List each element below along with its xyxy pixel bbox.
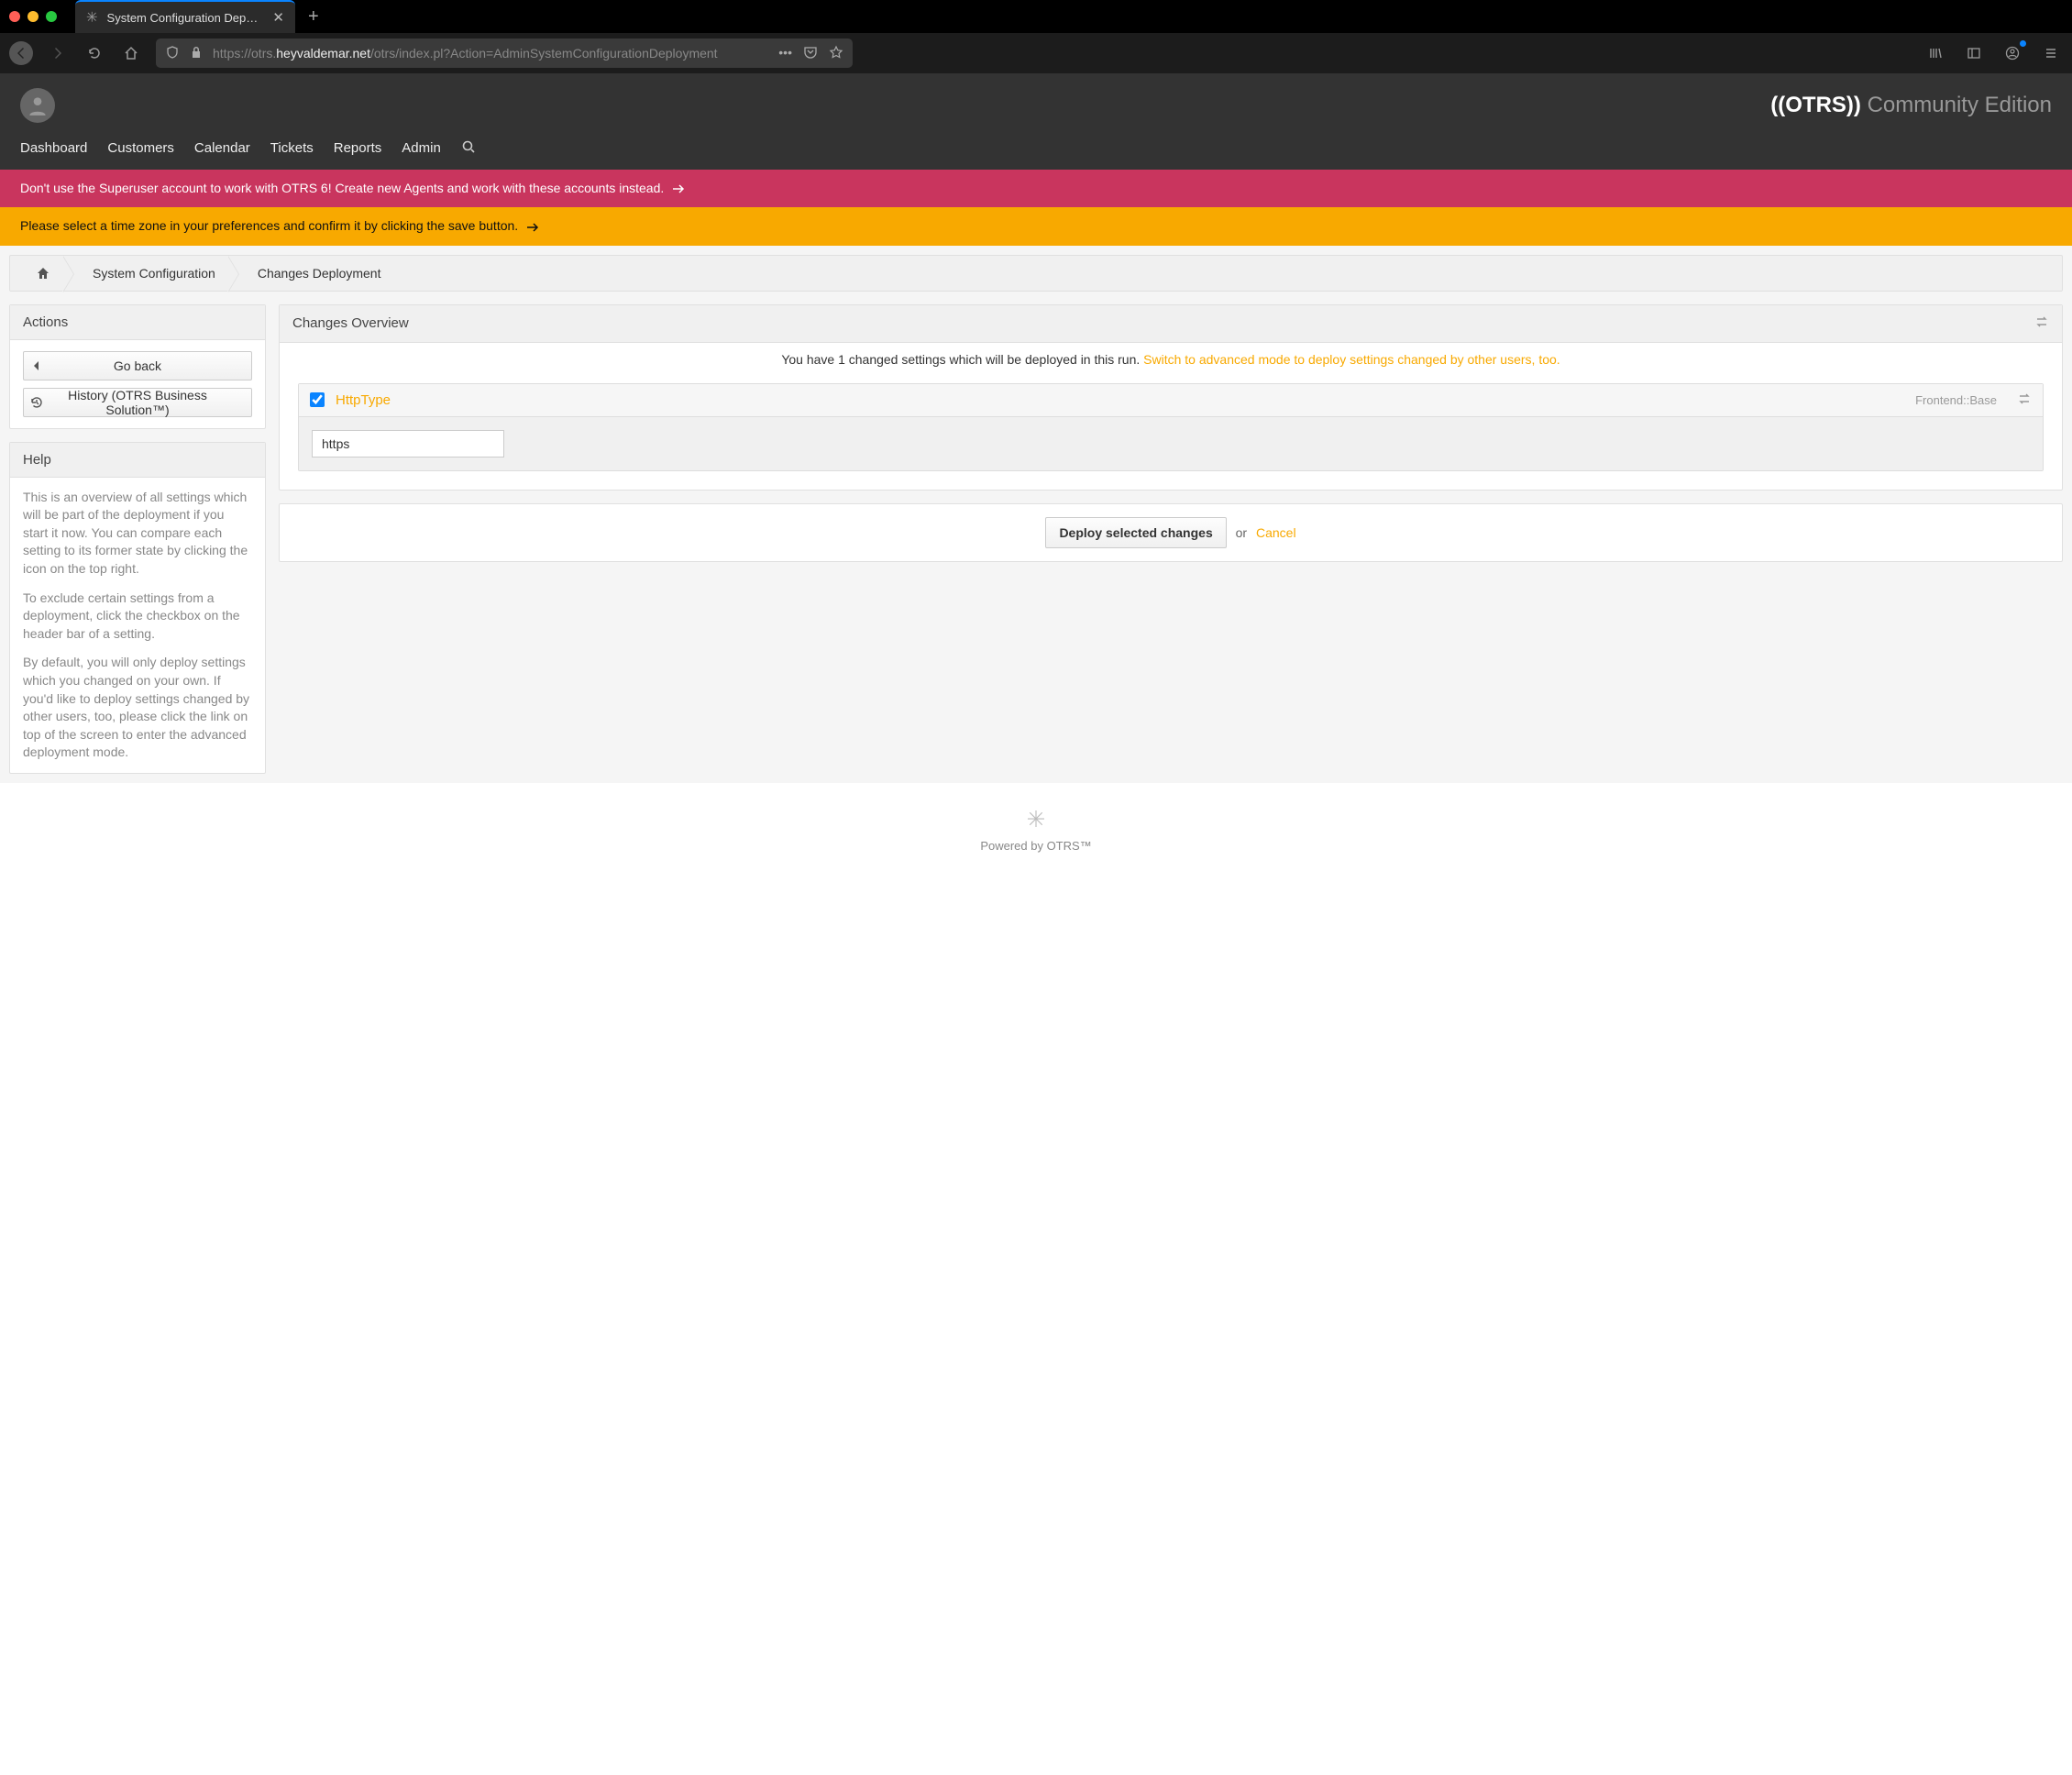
brand-title: ((OTRS)) Community Edition (1770, 93, 2052, 118)
setting-body (299, 417, 2043, 470)
setting-value-input[interactable] (312, 430, 504, 458)
bookmark-star-icon[interactable] (829, 45, 843, 62)
home-icon (36, 266, 50, 281)
arrow-right-icon (671, 182, 686, 196)
nav-search-icon[interactable] (461, 139, 476, 157)
changes-overview-header: Changes Overview (280, 305, 2062, 343)
help-panel: Help This is an overview of all settings… (9, 442, 266, 774)
footer: Powered by OTRS™ (0, 783, 2072, 889)
reload-button[interactable] (83, 41, 106, 65)
pocket-icon[interactable] (803, 45, 818, 62)
nav-calendar[interactable]: Calendar (194, 140, 250, 156)
arrow-right-icon (525, 220, 540, 235)
help-panel-header: Help (10, 443, 265, 478)
lock-icon[interactable] (189, 45, 204, 62)
setting-compare-icon[interactable] (2017, 391, 2032, 409)
history-button[interactable]: History (OTRS Business Solution™) (23, 388, 252, 417)
browser-chrome: System Configuration Deployme ✕ + https:… (0, 0, 2072, 73)
tracking-protection-icon[interactable] (165, 45, 180, 62)
footer-logo-icon (1028, 810, 1044, 830)
go-back-button[interactable]: Go back (23, 351, 252, 380)
tab-close-icon[interactable]: ✕ (272, 9, 284, 26)
page-content: System Configuration Changes Deployment … (0, 246, 2072, 783)
nav-customers[interactable]: Customers (107, 140, 174, 156)
sidebar: Actions Go back History (OTRS Business S… (9, 304, 266, 774)
deploy-button[interactable]: Deploy selected changes (1045, 517, 1226, 548)
breadcrumb-deployment: Changes Deployment (245, 256, 394, 291)
user-avatar[interactable] (20, 88, 55, 123)
browser-toolbar: https://otrs.heyvaldemar.net/otrs/index.… (0, 33, 2072, 73)
home-button[interactable] (119, 41, 143, 65)
superuser-warning-banner[interactable]: Don't use the Superuser account to work … (0, 170, 2072, 207)
nav-dashboard[interactable]: Dashboard (20, 140, 87, 156)
setting-item: HttpType Frontend::Base (298, 383, 2044, 471)
new-tab-button[interactable]: + (308, 6, 319, 28)
setting-category: Frontend::Base (1915, 393, 1997, 407)
timezone-warning-banner[interactable]: Please select a time zone in your prefer… (0, 207, 2072, 245)
changes-overview-panel: Changes Overview You have 1 changed sett… (279, 304, 2063, 491)
deploy-panel: Deploy selected changes or Cancel (279, 503, 2063, 562)
main-column: Changes Overview You have 1 changed sett… (279, 304, 2063, 774)
app-header: ((OTRS)) Community Edition Dashboard Cus… (0, 73, 2072, 170)
page-actions-icon[interactable]: ••• (778, 45, 792, 62)
tab-title: System Configuration Deployme (107, 11, 260, 25)
advanced-mode-link[interactable]: Switch to advanced mode to deploy settin… (1143, 352, 1560, 367)
caret-left-icon (24, 361, 50, 370)
help-text: This is an overview of all settings whic… (10, 478, 265, 773)
compare-icon[interactable] (2034, 314, 2049, 333)
url-bar[interactable]: https://otrs.heyvaldemar.net/otrs/index.… (156, 39, 853, 68)
sidebar-toggle-icon[interactable] (1962, 41, 1986, 65)
browser-tab[interactable]: System Configuration Deployme ✕ (75, 0, 295, 33)
window-maximize-button[interactable] (46, 11, 57, 22)
cancel-link[interactable]: Cancel (1256, 525, 1296, 540)
tab-bar: System Configuration Deployme ✕ + (0, 0, 2072, 33)
setting-header: HttpType Frontend::Base (299, 384, 2043, 417)
footer-text: Powered by OTRS™ (980, 839, 1091, 853)
breadcrumb-separator-icon (63, 256, 80, 291)
forward-button[interactable] (46, 41, 70, 65)
account-icon[interactable] (2000, 41, 2024, 65)
back-button[interactable] (9, 41, 33, 65)
nav-tickets[interactable]: Tickets (270, 140, 314, 156)
breadcrumb-sysconfig[interactable]: System Configuration (80, 256, 228, 291)
actions-panel: Actions Go back History (OTRS Business S… (9, 304, 266, 429)
window-minimize-button[interactable] (28, 11, 39, 22)
history-icon (24, 395, 50, 410)
breadcrumb-separator-icon (228, 256, 245, 291)
window-close-button[interactable] (9, 11, 20, 22)
or-text: or (1236, 525, 1251, 540)
tab-favicon-icon (86, 11, 98, 24)
main-nav: Dashboard Customers Calendar Tickets Rep… (20, 123, 2052, 170)
setting-name-link[interactable]: HttpType (336, 392, 391, 408)
overview-message: You have 1 changed settings which will b… (280, 343, 2062, 383)
actions-panel-header: Actions (10, 305, 265, 340)
url-text: https://otrs.heyvaldemar.net/otrs/index.… (213, 46, 718, 61)
nav-reports[interactable]: Reports (334, 140, 382, 156)
window-controls (9, 11, 57, 22)
setting-include-checkbox[interactable] (310, 392, 325, 407)
nav-admin[interactable]: Admin (402, 140, 441, 156)
menu-icon[interactable] (2039, 41, 2063, 65)
library-icon[interactable] (1923, 41, 1947, 65)
breadcrumb: System Configuration Changes Deployment (9, 255, 2063, 292)
breadcrumb-home[interactable] (23, 256, 63, 291)
